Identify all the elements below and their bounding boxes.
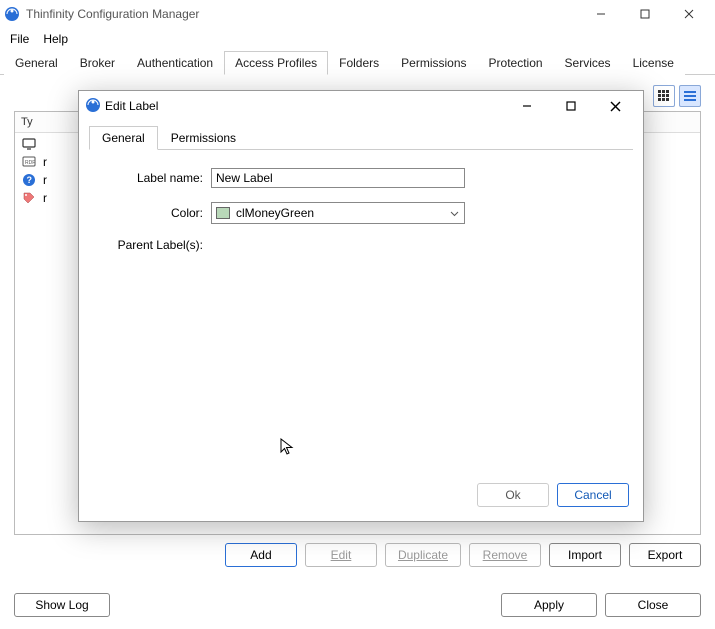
- close-button[interactable]: [667, 0, 711, 28]
- import-button[interactable]: Import: [549, 543, 621, 567]
- color-label: Color:: [111, 206, 203, 220]
- remove-button: Remove: [469, 543, 541, 567]
- tag-icon: [21, 190, 37, 206]
- dialog-title: Edit Label: [105, 99, 158, 113]
- edit-button: Edit: [305, 543, 377, 567]
- main-tabs: General Broker Authentication Access Pro…: [0, 50, 715, 75]
- label-name-input[interactable]: [211, 168, 465, 188]
- tab-license[interactable]: License: [622, 51, 685, 75]
- dialog-footer: Ok Cancel: [79, 473, 643, 521]
- main-titlebar: Thinfinity Configuration Manager: [0, 0, 715, 28]
- minimize-button[interactable]: [579, 0, 623, 28]
- dialog-form: Label name: Color: clMoneyGreen Parent L…: [89, 150, 633, 284]
- dialog-maximize-button[interactable]: [549, 92, 593, 120]
- dialog-minimize-button[interactable]: [505, 92, 549, 120]
- grid-view-button[interactable]: [653, 85, 675, 107]
- color-value: clMoneyGreen: [236, 206, 314, 220]
- monitor-icon: [21, 136, 37, 152]
- tab-access-profiles[interactable]: Access Profiles: [224, 51, 328, 75]
- cancel-button[interactable]: Cancel: [557, 483, 629, 507]
- tab-permissions[interactable]: Permissions: [390, 51, 477, 75]
- dialog-tabs: General Permissions: [89, 125, 633, 150]
- dialog-tab-general[interactable]: General: [89, 126, 158, 150]
- svg-text:RDP: RDP: [25, 160, 36, 166]
- list-item-text: r: [43, 173, 47, 187]
- duplicate-button: Duplicate: [385, 543, 461, 567]
- list-item-text: r: [43, 191, 47, 205]
- list-icon: [684, 90, 696, 102]
- edit-label-dialog: Edit Label General Permissions Label nam…: [78, 90, 644, 522]
- menubar: File Help: [0, 28, 715, 48]
- close-main-button[interactable]: Close: [605, 593, 701, 617]
- window-controls: [579, 0, 711, 28]
- apply-button[interactable]: Apply: [501, 593, 597, 617]
- list-header-type[interactable]: Ty: [21, 116, 71, 128]
- svg-text:?: ?: [27, 175, 33, 185]
- list-view-button[interactable]: [679, 85, 701, 107]
- chevron-down-icon: [450, 207, 459, 219]
- rdp-icon: RDP: [21, 154, 37, 170]
- tab-folders[interactable]: Folders: [328, 51, 390, 75]
- menu-help[interactable]: Help: [37, 30, 74, 48]
- dialog-tab-permissions[interactable]: Permissions: [158, 126, 249, 150]
- profile-actions: Add Edit Duplicate Remove Import Export: [0, 535, 715, 567]
- label-name-label: Label name:: [111, 171, 203, 185]
- color-select[interactable]: clMoneyGreen: [211, 202, 465, 224]
- dialog-body: General Permissions Label name: Color: c…: [79, 121, 643, 473]
- ok-button[interactable]: Ok: [477, 483, 549, 507]
- dialog-close-button[interactable]: [593, 92, 637, 120]
- tab-protection[interactable]: Protection: [478, 51, 554, 75]
- show-log-button[interactable]: Show Log: [14, 593, 110, 617]
- help-globe-icon: ?: [21, 172, 37, 188]
- app-title: Thinfinity Configuration Manager: [26, 7, 199, 21]
- tab-broker[interactable]: Broker: [69, 51, 126, 75]
- tab-services[interactable]: Services: [554, 51, 622, 75]
- menu-file[interactable]: File: [4, 30, 35, 48]
- add-button[interactable]: Add: [225, 543, 297, 567]
- tab-authentication[interactable]: Authentication: [126, 51, 224, 75]
- color-swatch-icon: [216, 207, 230, 219]
- parent-labels-label: Parent Label(s):: [111, 238, 203, 252]
- maximize-button[interactable]: [623, 0, 667, 28]
- tab-general[interactable]: General: [4, 51, 69, 75]
- export-button[interactable]: Export: [629, 543, 701, 567]
- dialog-icon: [85, 97, 101, 116]
- dialog-titlebar: Edit Label: [79, 91, 643, 121]
- grid-icon: [658, 90, 670, 102]
- list-item-text: r: [43, 155, 47, 169]
- app-icon: [4, 6, 20, 22]
